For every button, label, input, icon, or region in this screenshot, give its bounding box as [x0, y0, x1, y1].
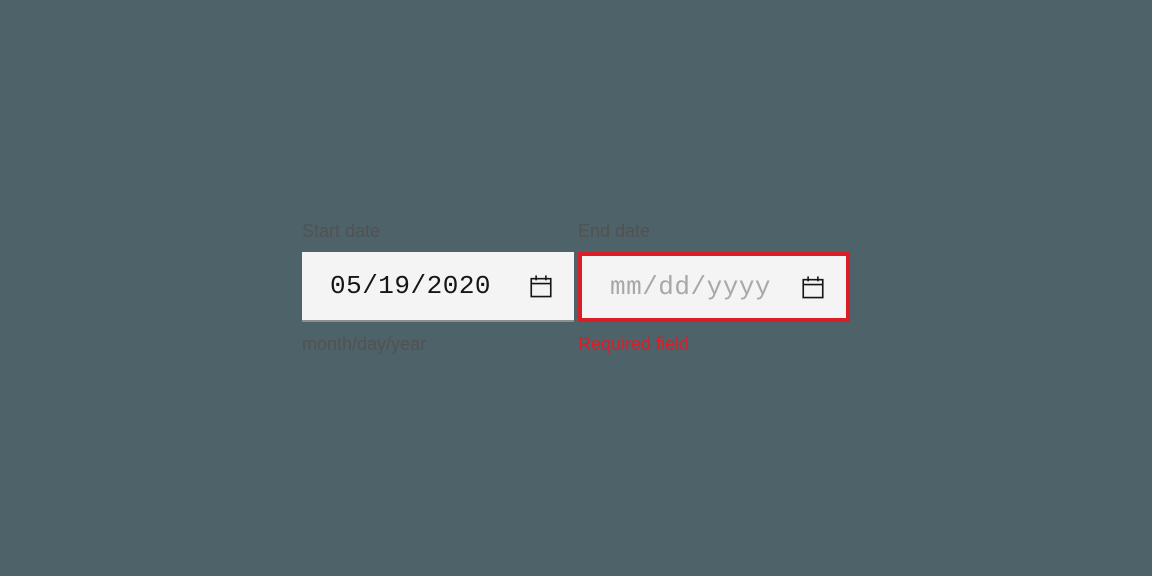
start-date-input[interactable]: 05/19/2020	[330, 271, 518, 301]
end-date-input-wrapper[interactable]: mm/dd/yyyy	[578, 252, 850, 322]
start-date-label: Start date	[302, 221, 574, 242]
calendar-icon[interactable]	[800, 274, 826, 300]
calendar-icon[interactable]	[528, 273, 554, 299]
end-date-error: Required field	[578, 334, 850, 355]
end-date-field: End date mm/dd/yyyy Required field	[578, 221, 850, 355]
end-date-input[interactable]: mm/dd/yyyy	[610, 272, 790, 302]
start-date-helper: month/day/year	[302, 334, 574, 355]
start-date-field: Start date 05/19/2020 month/day/year	[302, 221, 574, 355]
date-range-picker: Start date 05/19/2020 month/day/year End…	[302, 221, 850, 355]
start-date-input-wrapper[interactable]: 05/19/2020	[302, 252, 574, 322]
end-date-label: End date	[578, 221, 850, 242]
